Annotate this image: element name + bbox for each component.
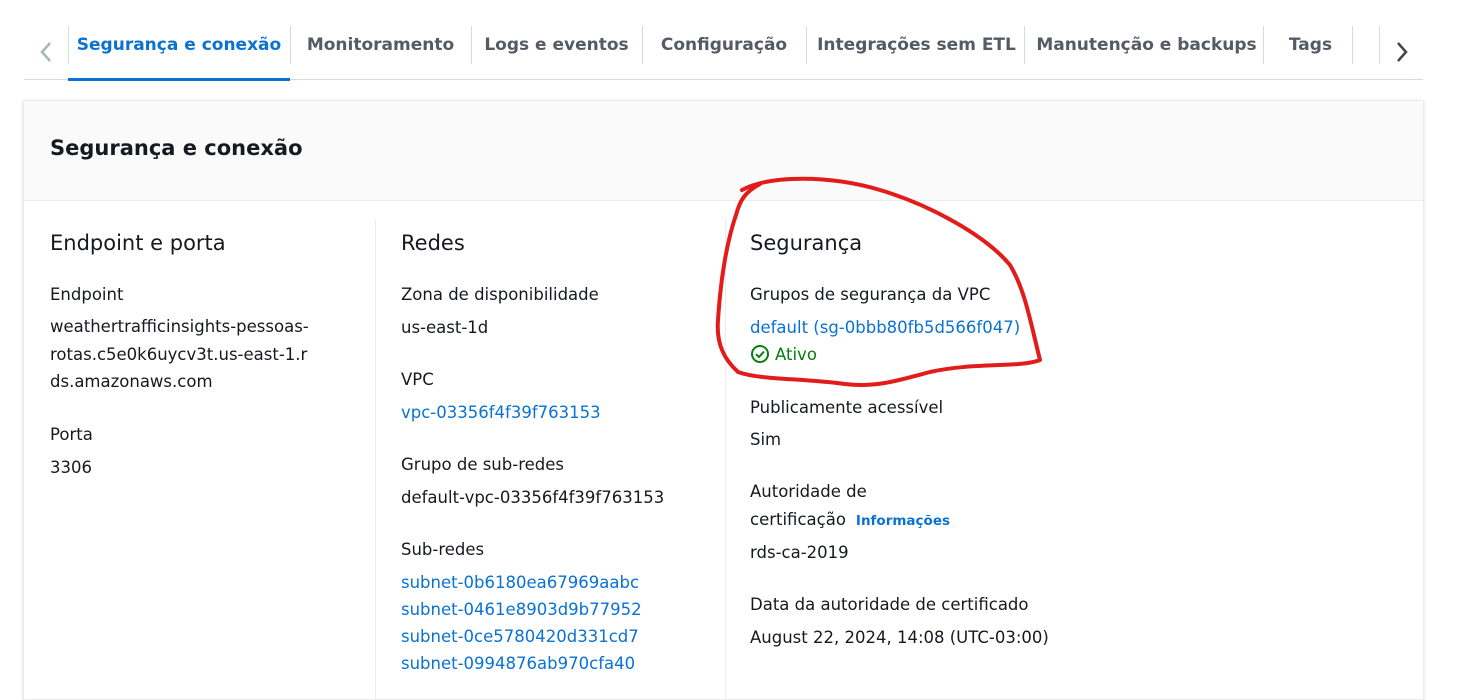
tab-divider bbox=[68, 26, 69, 64]
security-group-link[interactable]: default (sg-0bbb80fb5d566f047) bbox=[750, 318, 1020, 337]
tab-divider bbox=[642, 26, 643, 64]
tab-divider bbox=[1024, 26, 1025, 64]
panel-header: Segurança e conexão bbox=[24, 101, 1423, 201]
ca-value: rds-ca-2019 bbox=[750, 543, 849, 562]
subnet-link[interactable]: subnet-0461e8903d9b77952 bbox=[401, 600, 642, 619]
availability-zone-value: us-east-1d bbox=[401, 318, 489, 337]
subnet-group-label: Grupo de sub-redes bbox=[401, 455, 564, 474]
ca-date-value: August 22, 2024, 14:08 (UTC-03:00) bbox=[750, 628, 1049, 647]
tab-divider bbox=[290, 26, 291, 64]
column-divider bbox=[375, 219, 376, 699]
tab-integracoes-sem-etl[interactable]: Integrações sem ETL bbox=[806, 10, 1027, 80]
tab-monitoramento[interactable]: Monitoramento bbox=[290, 10, 471, 80]
ca-label-text: Autoridade de certificação bbox=[750, 482, 867, 529]
subnet-group-value: default-vpc-03356f4f39f763153 bbox=[401, 488, 665, 507]
column-divider bbox=[725, 219, 726, 699]
tab-divider bbox=[1263, 26, 1264, 64]
subnet-link[interactable]: subnet-0b6180ea67969aabc bbox=[401, 573, 639, 592]
security-connection-panel: Segurança e conexão Endpoint e porta End… bbox=[23, 100, 1424, 700]
port-label: Porta bbox=[50, 425, 93, 444]
ca-date-label: Data da autoridade de certificado bbox=[750, 595, 1029, 614]
security-groups-label: Grupos de segurança da VPC bbox=[750, 285, 991, 304]
status-positive-icon bbox=[751, 345, 769, 363]
endpoint-label: Endpoint bbox=[50, 285, 124, 304]
ca-label: Autoridade de certificação Informações bbox=[750, 478, 950, 535]
tab-configuracao[interactable]: Configuração bbox=[642, 10, 806, 80]
scroll-right-button[interactable] bbox=[1390, 32, 1414, 72]
endpoint-value: weathertrafficinsights-pessoas-rotas.c5e… bbox=[50, 317, 309, 391]
tab-divider bbox=[471, 26, 472, 64]
network-heading: Redes bbox=[401, 231, 465, 255]
security-group-status: Ativo bbox=[750, 344, 817, 364]
tab-divider bbox=[1352, 26, 1353, 64]
public-access-value: Sim bbox=[750, 430, 782, 449]
subnets-label: Sub-redes bbox=[401, 540, 485, 559]
subnet-link[interactable]: subnet-0ce5780420d331cd7 bbox=[401, 627, 639, 646]
security-heading: Segurança bbox=[750, 231, 863, 255]
chevron-left-icon bbox=[40, 42, 51, 62]
vpc-label: VPC bbox=[401, 370, 434, 389]
tab-list: Segurança e conexão Monitoramento Logs e… bbox=[68, 10, 1355, 81]
panel-title: Segurança e conexão bbox=[50, 136, 303, 160]
availability-zone-label: Zona de disponibilidade bbox=[401, 285, 599, 304]
public-access-label: Publicamente acessível bbox=[750, 398, 944, 417]
tab-logs-eventos[interactable]: Logs e eventos bbox=[471, 10, 642, 80]
endpoint-heading: Endpoint e porta bbox=[50, 231, 226, 255]
status-text: Ativo bbox=[775, 344, 817, 364]
info-link[interactable]: Informações bbox=[856, 513, 950, 529]
tab-divider bbox=[1379, 26, 1380, 64]
chevron-right-icon bbox=[1397, 42, 1408, 62]
vpc-link[interactable]: vpc-03356f4f39f763153 bbox=[401, 403, 601, 422]
scroll-left-button[interactable] bbox=[34, 32, 58, 72]
subnet-link[interactable]: subnet-0994876ab970cfa40 bbox=[401, 654, 635, 673]
tab-bar: Segurança e conexão Monitoramento Logs e… bbox=[24, 10, 1423, 81]
tab-tags[interactable]: Tags bbox=[1266, 10, 1355, 80]
tab-divider bbox=[806, 26, 807, 64]
tab-manutencao-backups[interactable]: Manutenção e backups bbox=[1027, 10, 1266, 80]
tab-seguranca-conexao[interactable]: Segurança e conexão bbox=[68, 10, 290, 81]
port-value: 3306 bbox=[50, 458, 92, 477]
